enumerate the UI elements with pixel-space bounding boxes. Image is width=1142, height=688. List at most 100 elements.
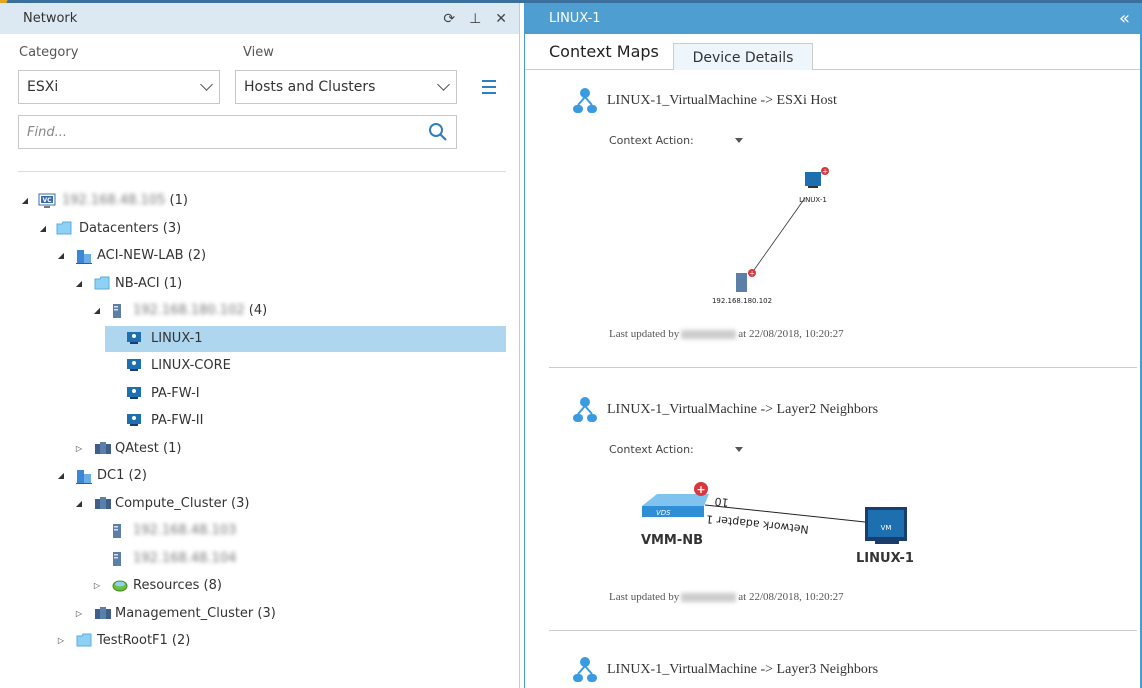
context-action-dropdown[interactable]: Context Action:: [609, 443, 743, 456]
expanded-arrow-icon[interactable]: ◢: [20, 196, 30, 205]
tree-item-label: 192.168.180.102: [133, 303, 245, 319]
datacenter-icon: [76, 248, 92, 264]
folder-icon: [76, 633, 92, 649]
username-blurred: [681, 329, 737, 339]
vm-label: VM: [881, 524, 892, 532]
resource-pool-icon: [112, 578, 128, 594]
context-map-layer2: LINUX-1_VirtualMachine -> Layer2 Neighbo…: [549, 379, 1137, 639]
svg-text:+: +: [822, 168, 828, 176]
vds-switch-icon[interactable]: VDS +: [642, 482, 709, 517]
find-input[interactable]: Find...: [18, 115, 457, 149]
expanded-arrow-icon[interactable]: ◢: [56, 471, 66, 480]
node-label: LINUX-1: [856, 551, 914, 566]
datacenter-icon: [76, 468, 92, 484]
search-icon[interactable]: [428, 122, 448, 142]
context-map-icon: [573, 657, 597, 682]
collapsed-arrow-icon[interactable]: ▷: [56, 636, 66, 645]
link-label: Network adapter 1: [706, 512, 810, 536]
expanded-arrow-icon[interactable]: ◢: [56, 251, 66, 260]
context-map-esxi-host: LINUX-1_VirtualMachine -> ESXi Host Cont…: [549, 70, 1137, 370]
tree-item[interactable]: LINUX-CORE: [0, 352, 520, 380]
tab-context-maps[interactable]: Context Maps: [549, 42, 659, 61]
close-icon[interactable]: ✕: [495, 11, 507, 27]
vm-node-icon[interactable]: VM: [865, 507, 907, 544]
tree-item-label: 192.168.48.104: [133, 550, 237, 566]
cluster-icon: [94, 496, 111, 512]
username-blurred: [681, 592, 737, 602]
tree-item-label: ACI-NEW-LAB (2): [97, 248, 207, 264]
tree-item[interactable]: ◢ NB-ACI (1): [0, 270, 520, 298]
updated-prefix: Last updated by: [609, 328, 680, 340]
collapsed-arrow-icon[interactable]: ▷: [74, 609, 84, 618]
refresh-icon[interactable]: ⟳: [443, 11, 455, 27]
tree-item-label: Compute_Cluster (3): [115, 495, 250, 511]
section-title-row: LINUX-1_VirtualMachine -> Layer2 Neighbo…: [571, 396, 878, 424]
pin-icon[interactable]: ⊥: [469, 11, 481, 27]
collapse-icon[interactable]: «: [1119, 8, 1130, 29]
expanded-arrow-icon[interactable]: ◢: [74, 499, 84, 508]
tree-item[interactable]: ◢ DC1 (2): [0, 462, 520, 490]
tree-item[interactable]: ◢ Compute_Cluster (3): [0, 490, 520, 518]
tree-item[interactable]: ▷ TestRootF1 (2): [0, 627, 520, 655]
tree-item[interactable]: ◢ ACI-NEW-LAB (2): [0, 242, 520, 270]
folder-icon: [56, 221, 72, 237]
tree-item[interactable]: ◢ VC 192.168.48.105 (1): [0, 187, 520, 215]
vm-icon: [126, 358, 142, 374]
network-panel-header: Network ⟳ ⊥ ✕: [0, 3, 519, 34]
tree-item[interactable]: 192.168.48.103: [0, 517, 520, 545]
collapsed-arrow-icon[interactable]: ▷: [92, 581, 102, 590]
category-select[interactable]: ESXi: [18, 70, 220, 104]
network-tree: ◢ VC 192.168.48.105 (1) ◢ Datacenters (3) ◢ AC…: [0, 187, 520, 655]
updated-time: at 22/08/2018, 10:20:27: [738, 591, 844, 603]
vm-node-icon[interactable]: +: [805, 167, 829, 188]
vcenter-icon: VC: [38, 193, 56, 209]
tree-item[interactable]: PA-FW-II: [0, 407, 520, 435]
chevron-down-icon: [200, 78, 213, 91]
expanded-arrow-icon[interactable]: ◢: [74, 279, 84, 288]
tree-item-label: 192.168.48.103: [133, 523, 237, 539]
vds-label: VDS: [656, 509, 671, 517]
expanded-arrow-icon[interactable]: ◢: [92, 306, 102, 315]
tree-item-label: Resources (8): [133, 578, 222, 594]
device-title: LINUX-1: [549, 11, 601, 26]
cluster-icon: [94, 606, 111, 622]
node-label: 192.168.180.102: [712, 297, 772, 305]
esxi-host-icon[interactable]: +: [736, 269, 756, 292]
folder-icon: [94, 276, 110, 292]
svg-text:+: +: [696, 483, 705, 496]
tree-item[interactable]: ▷ QAtest (1): [0, 435, 520, 463]
find-placeholder: Find...: [27, 124, 67, 140]
view-select[interactable]: Hosts and Clusters: [235, 70, 457, 104]
section-title: LINUX-1_VirtualMachine -> Layer2 Neighbo…: [607, 402, 879, 417]
tree-item[interactable]: ▷ Resources (8): [0, 572, 520, 600]
dropdown-arrow-icon: [735, 138, 743, 143]
tree-item-label: 192.168.48.105: [62, 193, 166, 209]
expanded-arrow-icon[interactable]: ◢: [38, 224, 48, 233]
tab-bar: Context Maps Device Details: [525, 34, 1140, 70]
tree-item-label: Management_Cluster (3): [115, 605, 276, 621]
tree-item[interactable]: ▷ Management_Cluster (3): [0, 600, 520, 628]
svg-text:+: +: [749, 270, 755, 278]
node-label: LINUX-1: [799, 196, 827, 204]
collapsed-arrow-icon[interactable]: ▷: [74, 444, 84, 453]
host-icon: [112, 551, 128, 567]
context-map-icon: [573, 88, 597, 113]
tab-device-details[interactable]: Device Details: [673, 43, 813, 70]
cluster-icon: [94, 441, 111, 457]
context-map-icon: [573, 397, 597, 422]
last-updated: Last updated by at 22/08/2018, 10:20:27: [609, 328, 844, 340]
dropdown-arrow-icon: [735, 447, 743, 452]
svg-text:VC: VC: [42, 197, 52, 204]
tree-item-label: Datacenters (3): [79, 220, 182, 236]
menu-icon[interactable]: [482, 80, 496, 98]
tree-item[interactable]: LINUX-1: [0, 325, 520, 352]
context-action-label: Context Action:: [609, 134, 694, 147]
tree-item[interactable]: PA-FW-I: [0, 380, 520, 408]
context-action-dropdown[interactable]: Context Action:: [609, 134, 743, 147]
view-label: View: [243, 45, 274, 60]
tree-item[interactable]: 192.168.48.104: [0, 545, 520, 573]
vm-icon: [126, 413, 142, 429]
tree-item[interactable]: ◢ Datacenters (3): [0, 215, 520, 243]
host-icon: [112, 303, 128, 319]
tree-item[interactable]: ◢ 192.168.180.102 (4): [0, 297, 520, 325]
